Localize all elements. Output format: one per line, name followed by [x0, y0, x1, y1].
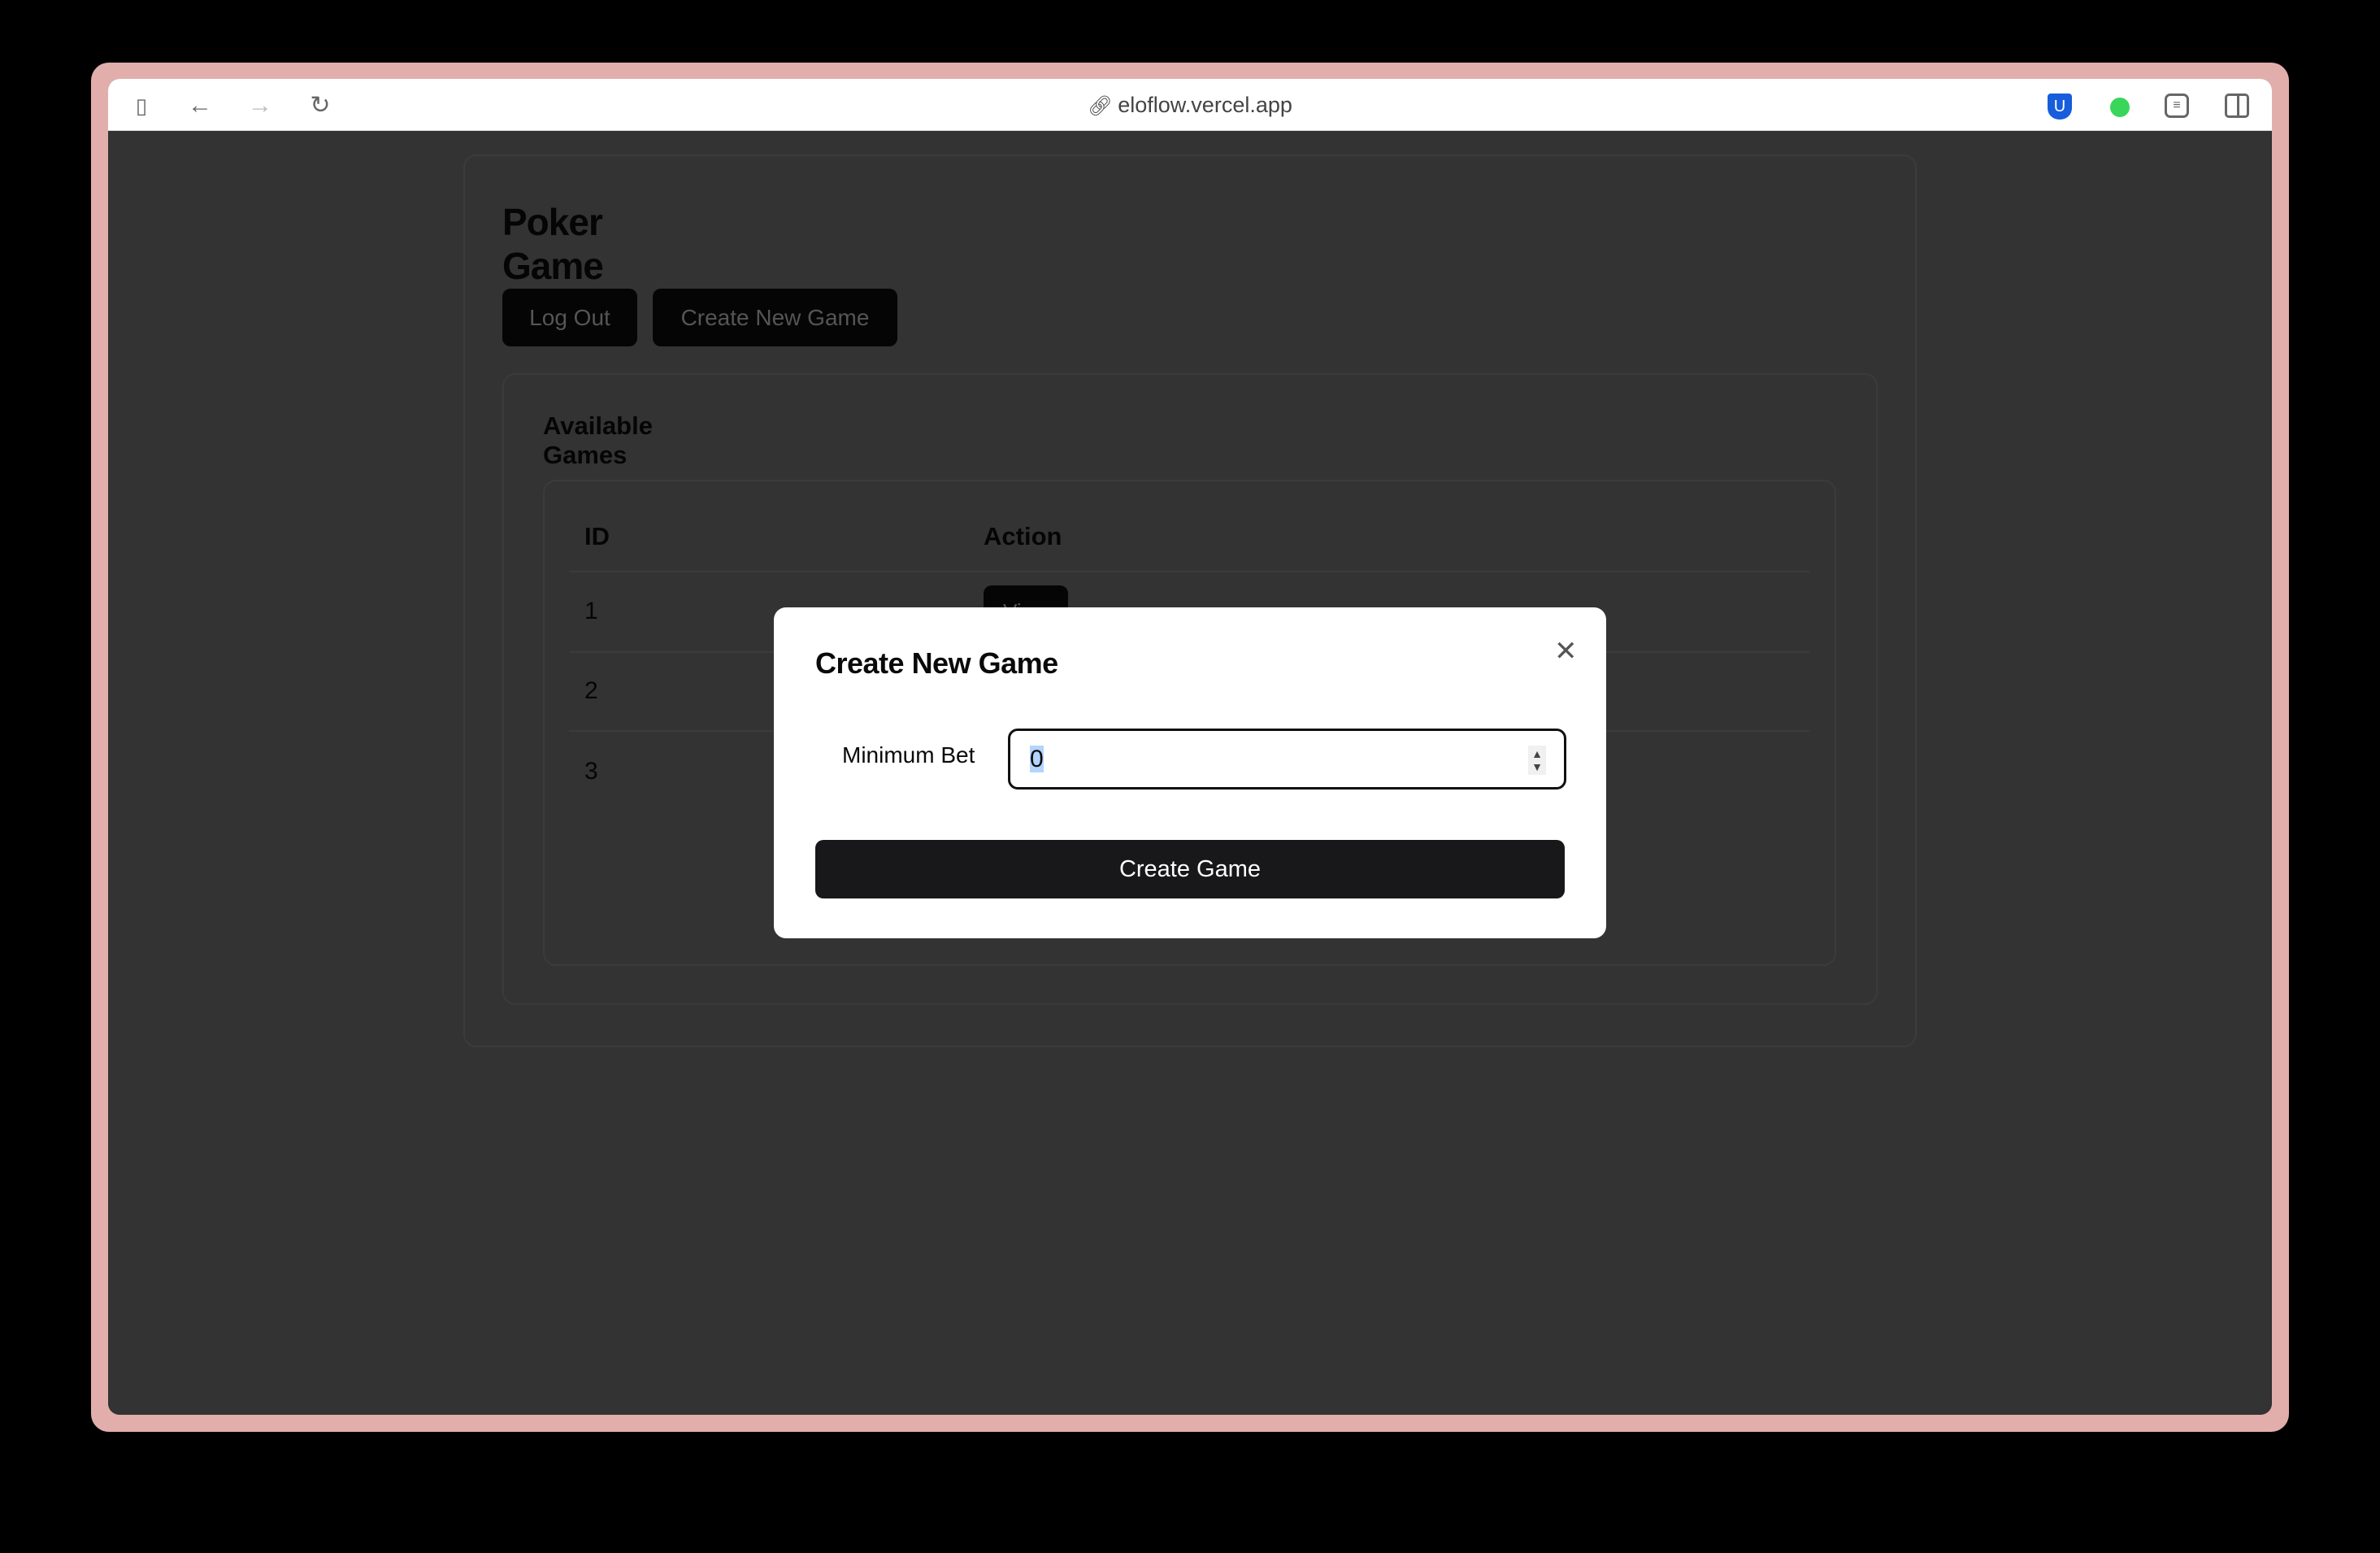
- divider: [569, 571, 1809, 572]
- minimum-bet-label: Minimum Bet: [842, 742, 975, 768]
- column-header-id: ID: [584, 522, 610, 550]
- log-out-button[interactable]: Log Out: [502, 289, 637, 346]
- available-games-title: Available Games: [543, 411, 653, 469]
- link-icon: 🔗︎: [1088, 95, 1118, 117]
- row-1-id: 1: [584, 598, 598, 624]
- bitwarden-icon[interactable]: U: [2048, 94, 2072, 120]
- stepper-icon[interactable]: ▲ ▼: [1528, 746, 1546, 775]
- split-view-icon[interactable]: [2225, 94, 2249, 118]
- extension-settings-icon[interactable]: ≡: [2165, 94, 2189, 118]
- address-bar[interactable]: 🔗︎ eloflow.vercel.app: [108, 90, 2272, 121]
- close-icon[interactable]: ✕: [1554, 635, 1578, 668]
- browser-toolbar: ▯ ← → ↻ 🔗︎ eloflow.vercel.app U ≡: [108, 79, 2272, 131]
- create-new-game-button[interactable]: Create New Game: [653, 289, 897, 346]
- column-header-action: Action: [984, 522, 1062, 550]
- modal-title: Create New Game: [815, 646, 1058, 680]
- extension-green-icon[interactable]: [2110, 98, 2130, 117]
- create-game-button[interactable]: Create Game: [815, 840, 1565, 898]
- minimum-bet-input[interactable]: 0 ▲ ▼: [1008, 729, 1566, 790]
- row-2-id: 2: [584, 677, 598, 704]
- create-game-modal: Create New Game ✕ Minimum Bet 0 ▲ ▼ Create…: [774, 607, 1606, 938]
- row-3-id: 3: [584, 758, 598, 785]
